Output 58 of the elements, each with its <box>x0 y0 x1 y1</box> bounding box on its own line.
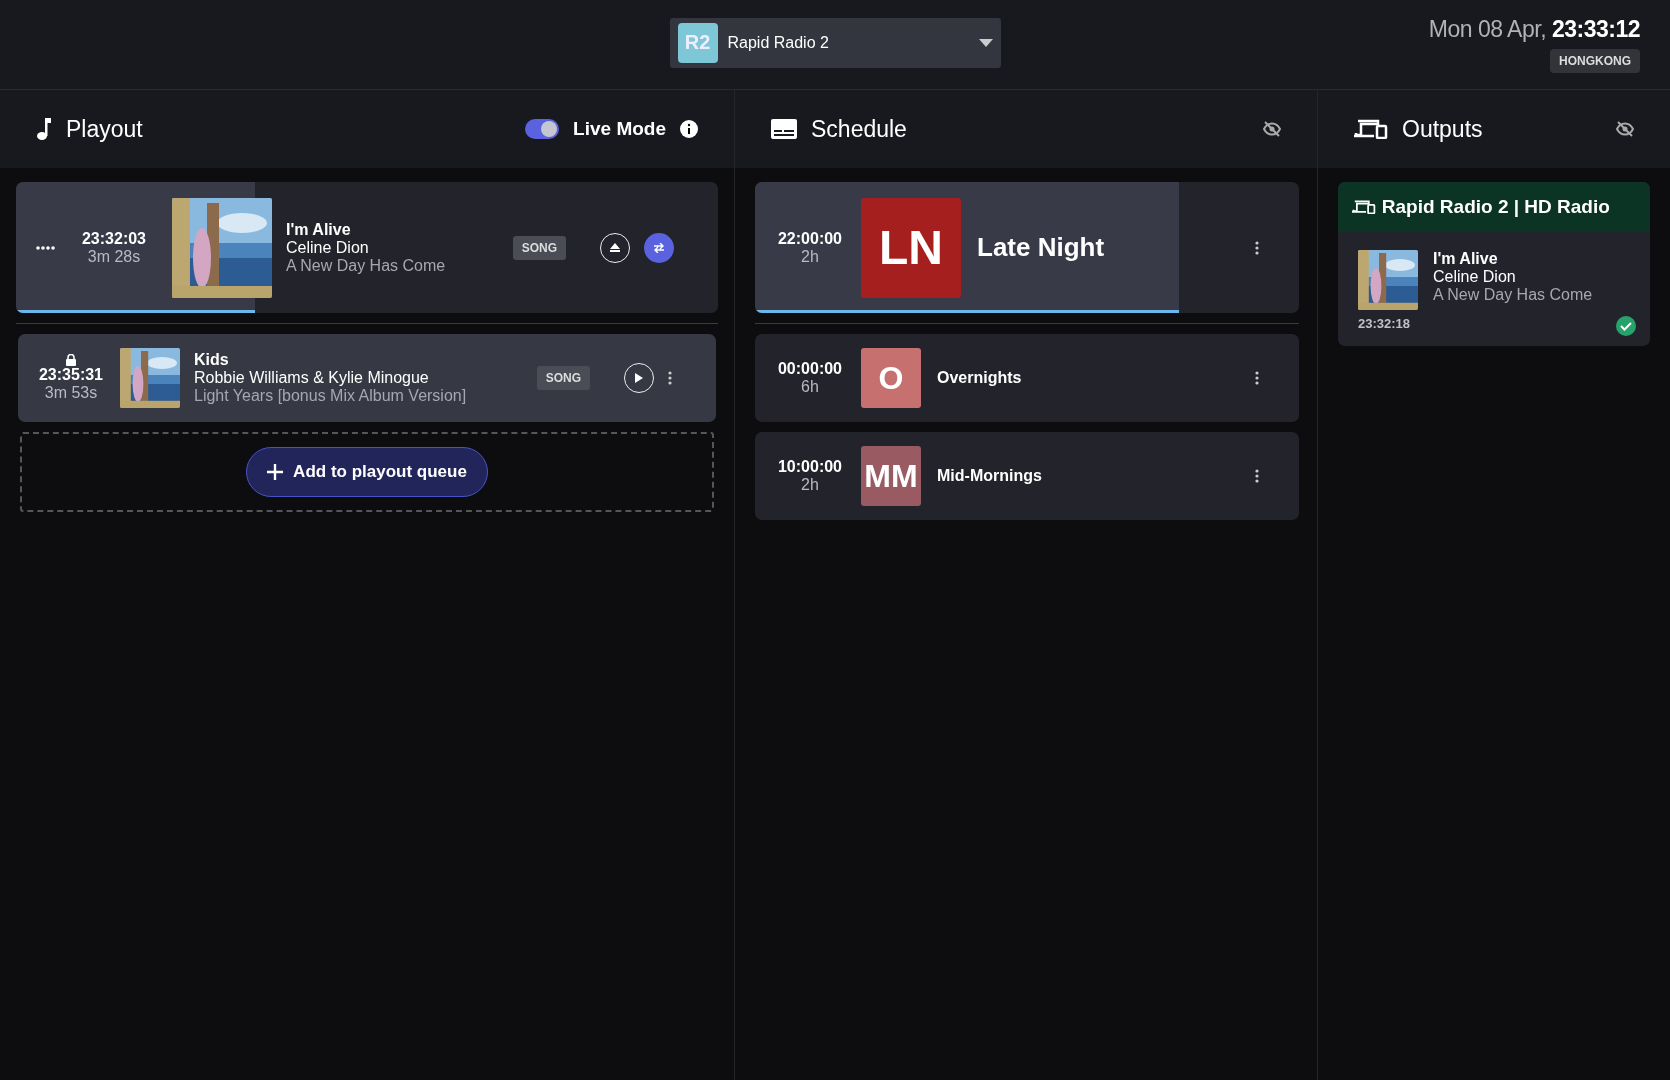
song-tag: SONG <box>512 235 566 260</box>
live-mode-toggle[interactable] <box>525 119 560 139</box>
lock-icon <box>66 354 76 366</box>
duration: 3m 53s <box>44 384 98 402</box>
eject-icon <box>610 243 620 252</box>
station-badge: R2 <box>677 22 718 63</box>
show-logo: MM <box>861 446 921 506</box>
swap-button[interactable] <box>644 232 674 263</box>
duration: 2h <box>801 247 819 266</box>
track-artist: Celine Dion <box>286 238 370 257</box>
add-to-queue-button[interactable]: Add to playout queue <box>246 447 488 497</box>
devices-icon <box>1354 119 1388 139</box>
show-name: Late Night <box>977 232 1106 263</box>
more-button[interactable] <box>1255 371 1259 385</box>
hidden-eye-icon[interactable] <box>1263 121 1281 137</box>
start-time: 23:32:03 <box>81 229 146 248</box>
more-button[interactable] <box>668 371 672 385</box>
panel-title: Outputs <box>1402 115 1484 143</box>
duration: 3m 28s <box>87 247 141 266</box>
song-tag: SONG <box>536 366 590 390</box>
hidden-eye-icon[interactable] <box>1616 121 1634 137</box>
devices-icon <box>1352 200 1376 214</box>
start-time: 23:35:31 <box>38 366 103 384</box>
track-title: Kids <box>194 351 230 369</box>
live-mode-label: Live Mode <box>573 118 666 140</box>
dropdown-caret-icon <box>978 38 993 47</box>
show-name: Mid-Mornings <box>937 467 1043 485</box>
track-album: A New Day Has Come <box>286 256 447 275</box>
duration: 2h <box>801 476 819 494</box>
show-name: Overnights <box>937 369 1023 387</box>
start-time: 00:00:00 <box>777 360 842 378</box>
station-selector[interactable]: R2 Rapid Radio 2 <box>669 17 1001 68</box>
track-artist: Celine Dion <box>1433 268 1517 286</box>
date-time: Mon 08 Apr, 23:33:12 <box>1428 16 1640 43</box>
played-time: 23:32:18 <box>1358 316 1412 333</box>
show-logo: LN <box>861 197 961 298</box>
start-time: 22:00:00 <box>777 229 842 248</box>
subtitles-icon <box>771 119 797 139</box>
drag-handle-icon[interactable] <box>36 244 56 251</box>
music-note-icon <box>36 117 52 141</box>
info-icon[interactable] <box>680 120 698 138</box>
duration: 6h <box>801 378 819 396</box>
swap-arrows-icon <box>653 242 665 253</box>
play-icon <box>635 373 643 383</box>
track-album: A New Day Has Come <box>1433 286 1594 304</box>
output-name: Rapid Radio 2 | HD Radio <box>1381 196 1610 218</box>
plus-icon <box>267 464 284 480</box>
track-album: Light Years [bonus Mix Album Version] <box>194 387 468 405</box>
more-button[interactable] <box>1255 240 1259 255</box>
timezone-label: HONGKONG <box>1550 49 1640 73</box>
track-title: I'm Alive <box>1433 250 1499 268</box>
track-title: I'm Alive <box>286 220 352 239</box>
panel-title: Playout <box>66 115 144 143</box>
more-button[interactable] <box>1255 469 1259 483</box>
panel-title: Schedule <box>811 115 908 143</box>
track-artist: Robbie Williams & Kylie Minogue <box>194 369 430 387</box>
start-time: 10:00:00 <box>777 458 842 476</box>
show-logo: O <box>861 348 921 408</box>
